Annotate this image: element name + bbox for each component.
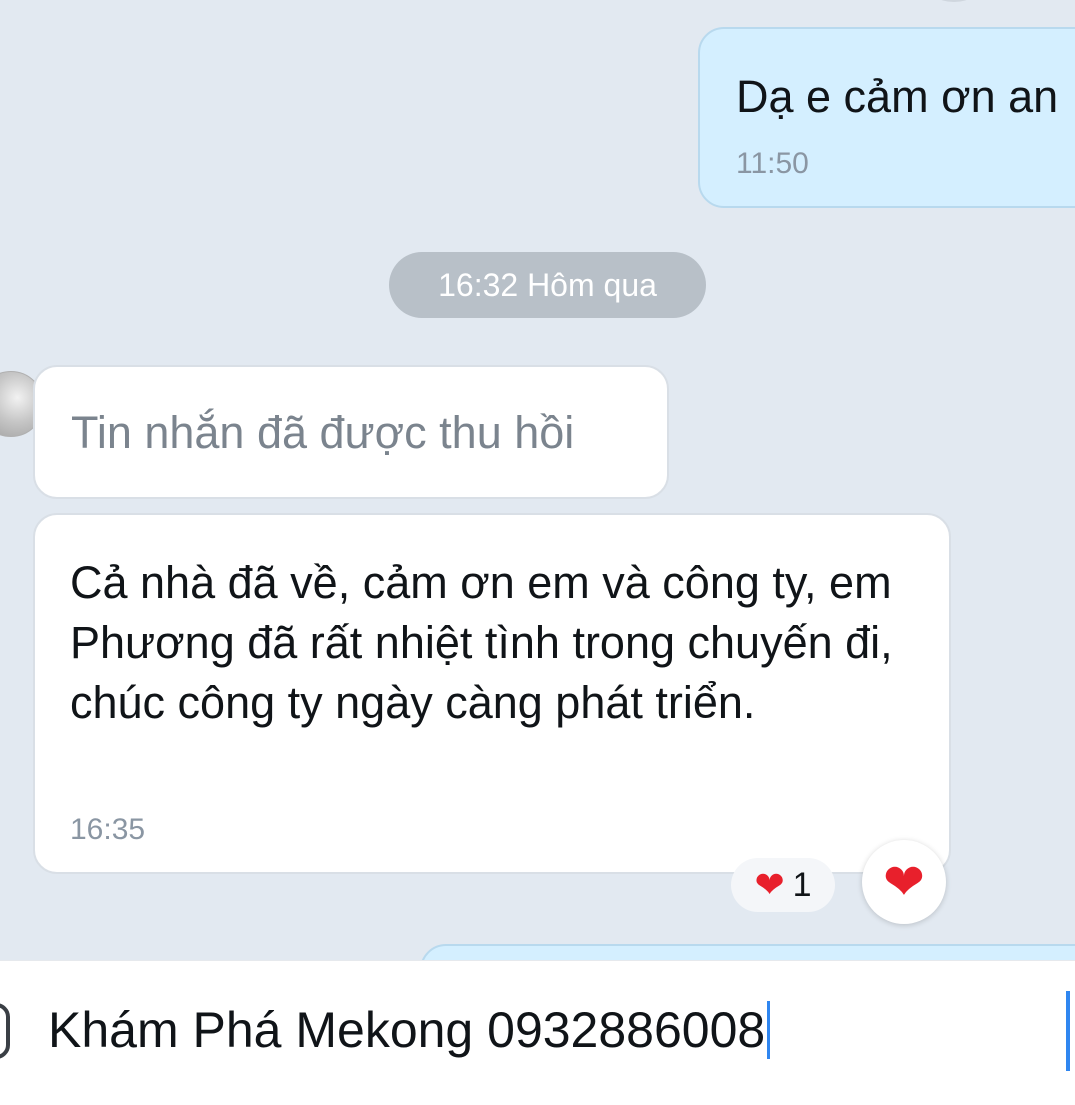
message-input[interactable]: Khám Phá Mekong 0932886008 bbox=[48, 1001, 771, 1059]
send-icon[interactable] bbox=[1066, 991, 1075, 1071]
recalled-message-text: Tin nhắn đã được thu hồi bbox=[71, 407, 575, 458]
heart-icon: ❤ bbox=[754, 864, 785, 905]
chat-message-list[interactable]: Dạ e cảm ơn an 11:50 16:32 Hôm qua Tin n… bbox=[0, 0, 1075, 960]
sticker-icon[interactable] bbox=[0, 1003, 10, 1059]
message-composer: Khám Phá Mekong 0932886008 bbox=[0, 960, 1075, 1105]
avatar bbox=[925, 0, 983, 2]
outgoing-message-bubble[interactable]: Dạ e cảm ơn an 11:50 bbox=[698, 27, 1075, 208]
outgoing-message-bubble[interactable] bbox=[420, 944, 1075, 960]
message-text: Dạ e cảm ơn an bbox=[736, 71, 1059, 122]
heart-icon: ❤ bbox=[883, 854, 925, 910]
message-time: 16:35 bbox=[70, 813, 146, 846]
message-time: 11:50 bbox=[736, 147, 809, 180]
reaction-count: 1 bbox=[792, 865, 812, 904]
reaction-summary[interactable]: ❤ 1 bbox=[731, 858, 835, 912]
react-button[interactable]: ❤ bbox=[862, 840, 946, 924]
date-separator: 16:32 Hôm qua bbox=[389, 252, 706, 318]
text-caret bbox=[767, 1001, 771, 1059]
incoming-message-bubble[interactable]: Cả nhà đã về, cảm ơn em và công ty, em P… bbox=[33, 513, 951, 874]
message-input-value: Khám Phá Mekong 0932886008 bbox=[48, 1002, 766, 1058]
message-text: Cả nhà đã về, cảm ơn em và công ty, em P… bbox=[70, 557, 893, 728]
recalled-message-bubble[interactable]: Tin nhắn đã được thu hồi bbox=[33, 365, 669, 499]
